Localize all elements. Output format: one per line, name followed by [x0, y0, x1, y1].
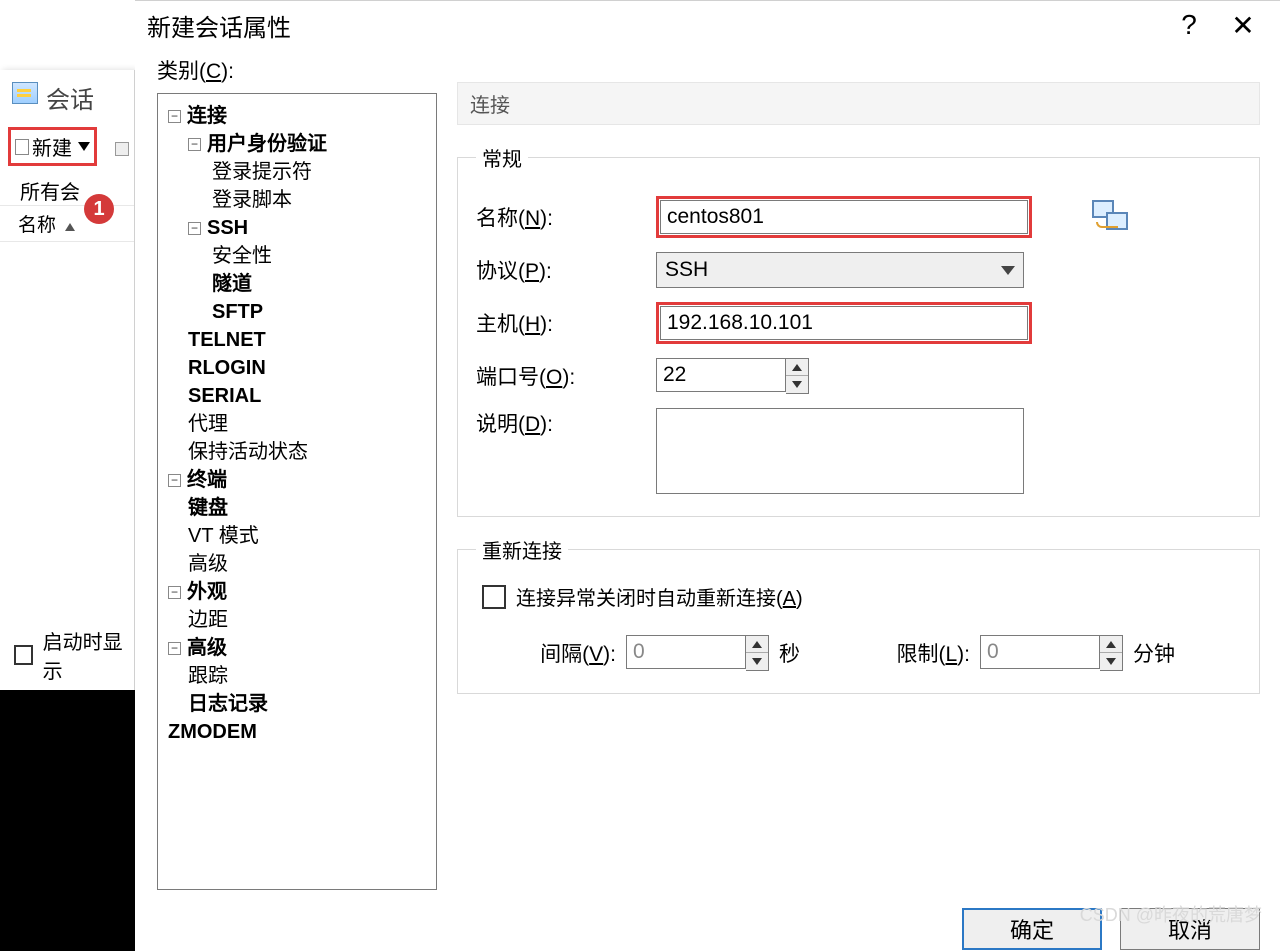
toolbar-icon[interactable] — [115, 142, 129, 156]
annotation-highlight-host — [656, 302, 1032, 344]
protocol-label: 协议(P): — [476, 255, 656, 285]
port-spinner[interactable] — [656, 358, 809, 394]
column-name-label: 名称 — [18, 215, 56, 236]
tree-auth[interactable]: 用户身份验证 — [158, 130, 436, 158]
caret-up-icon — [752, 641, 762, 648]
editor-background — [0, 690, 135, 951]
tree-connection[interactable]: 连接 — [158, 102, 436, 130]
name-input[interactable] — [660, 200, 1028, 234]
auto-reconnect-row[interactable]: 连接异常关闭时自动重新连接(A) — [482, 582, 1241, 611]
new-session-label: 新建 — [32, 132, 72, 161]
sessions-icon — [12, 82, 38, 104]
caret-down-icon — [1106, 658, 1116, 665]
tree-vtmode[interactable]: VT 模式 — [158, 522, 436, 550]
caret-down-icon — [752, 658, 762, 665]
tree-margin[interactable]: 边距 — [158, 606, 436, 634]
document-icon — [15, 139, 29, 155]
limit-spinner[interactable] — [980, 635, 1123, 671]
caret-up-icon — [1106, 641, 1116, 648]
spin-down-button[interactable] — [746, 653, 768, 670]
interval-spinner[interactable] — [626, 635, 769, 671]
caret-up-icon — [792, 364, 802, 371]
close-button[interactable]: ✕ — [1216, 5, 1270, 45]
connection-icon — [1092, 200, 1130, 234]
interval-unit: 秒 — [779, 638, 800, 668]
reconnect-group: 重新连接 连接异常关闭时自动重新连接(A) 间隔(V): 秒 — [457, 535, 1260, 694]
tree-ssh[interactable]: SSH — [158, 214, 436, 242]
checkbox-icon[interactable] — [482, 585, 506, 609]
help-button[interactable]: ? — [1162, 5, 1216, 45]
dialog-title: 新建会话属性 — [147, 8, 291, 43]
interval-input[interactable] — [626, 635, 746, 669]
general-group: 常规 名称(N): 协议(P): SSH — [457, 143, 1260, 517]
all-sessions-item[interactable]: 所有会 — [0, 170, 134, 205]
tree-security[interactable]: 安全性 — [158, 242, 436, 270]
checkbox-icon[interactable] — [14, 645, 33, 665]
host-input[interactable] — [660, 306, 1028, 340]
port-label: 端口号(O): — [476, 361, 656, 391]
new-session-properties-dialog: 新建会话属性 ? ✕ 类别(C): 连接 用户身份验证 登录 — [135, 0, 1280, 951]
interval-label: 间隔(V): — [506, 638, 626, 668]
caret-down-icon — [792, 381, 802, 388]
spin-down-button[interactable] — [1100, 653, 1122, 670]
category-label: 类别(C): — [157, 55, 437, 85]
tree-trace[interactable]: 跟踪 — [158, 662, 436, 690]
annotation-badge-1: 1 — [84, 194, 114, 224]
tree-appearance[interactable]: 外观 — [158, 578, 436, 606]
tree-tunnel[interactable]: 隧道 — [158, 270, 436, 298]
name-label: 名称(N): — [476, 202, 656, 232]
auto-reconnect-label: 连接异常关闭时自动重新连接(A) — [516, 582, 803, 611]
tree-advanced2[interactable]: 高级 — [158, 634, 436, 662]
general-legend: 常规 — [476, 143, 528, 172]
startup-show-row[interactable]: 启动时显示 — [14, 626, 134, 684]
tree-login-prompt[interactable]: 登录提示符 — [158, 158, 436, 186]
tree-proxy[interactable]: 代理 — [158, 410, 436, 438]
port-input[interactable] — [656, 358, 786, 392]
sessions-title: 会话 — [46, 87, 94, 114]
annotation-highlight-name — [656, 196, 1032, 238]
limit-label: 限制(L): — [840, 638, 980, 668]
limit-unit: 分钟 — [1133, 638, 1175, 668]
titlebar: 新建会话属性 ? ✕ — [135, 1, 1280, 49]
section-connection-title: 连接 — [457, 82, 1260, 125]
spin-up-button[interactable] — [786, 359, 808, 376]
new-session-button[interactable]: 新建 — [8, 127, 97, 166]
spin-up-button[interactable] — [1100, 636, 1122, 653]
tree-serial[interactable]: SERIAL — [158, 382, 436, 410]
category-tree[interactable]: 连接 用户身份验证 登录提示符 登录脚本 SSH — [157, 93, 437, 890]
sessions-header: 会话 — [0, 76, 134, 119]
chevron-down-icon — [1001, 266, 1015, 275]
host-label: 主机(H): — [476, 308, 656, 338]
tree-keyboard[interactable]: 键盘 — [158, 494, 436, 522]
tree-terminal[interactable]: 终端 — [158, 466, 436, 494]
tree-zmodem[interactable]: ZMODEM — [158, 718, 436, 746]
sessions-panel: 会话 新建 所有会 名称 1 启动时显示 — [0, 70, 135, 690]
tree-advanced[interactable]: 高级 — [158, 550, 436, 578]
tree-rlogin[interactable]: RLOGIN — [158, 354, 436, 382]
watermark: CSDN @昨夜的荒唐梦 — [1080, 901, 1262, 927]
startup-show-label: 启动时显示 — [43, 626, 134, 684]
protocol-select[interactable]: SSH — [656, 252, 1024, 288]
spin-up-button[interactable] — [746, 636, 768, 653]
tree-log[interactable]: 日志记录 — [158, 690, 436, 718]
reconnect-legend: 重新连接 — [476, 535, 568, 564]
tree-keepalive[interactable]: 保持活动状态 — [158, 438, 436, 466]
protocol-value: SSH — [665, 258, 708, 282]
tree-telnet[interactable]: TELNET — [158, 326, 436, 354]
limit-input[interactable] — [980, 635, 1100, 669]
caret-down-icon — [78, 142, 90, 151]
spin-down-button[interactable] — [786, 376, 808, 393]
tree-login-script[interactable]: 登录脚本 — [158, 186, 436, 214]
tree-sftp[interactable]: SFTP — [158, 298, 436, 326]
sort-asc-icon — [65, 223, 75, 231]
desc-label: 说明(D): — [476, 408, 656, 438]
description-input[interactable] — [656, 408, 1024, 494]
